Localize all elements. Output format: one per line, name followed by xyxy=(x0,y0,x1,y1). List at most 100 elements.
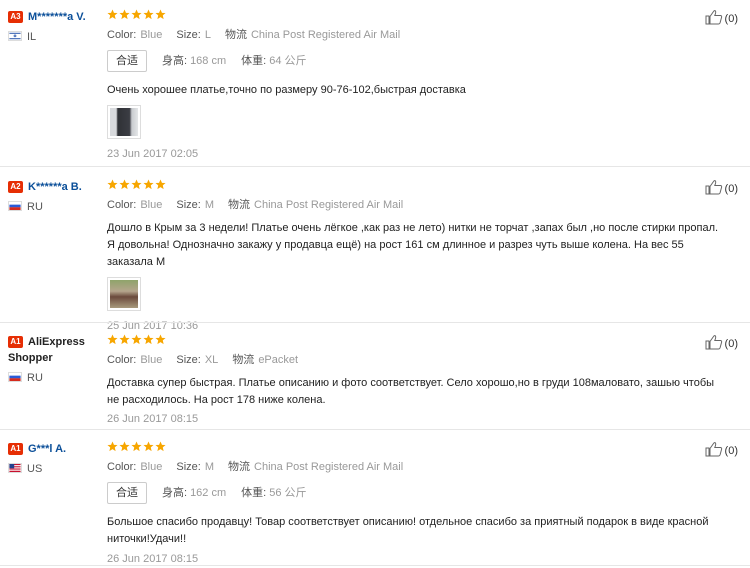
reviewer-info: A3 M*******a V. IL xyxy=(8,9,104,43)
size-value: M xyxy=(204,199,215,211)
star-icon xyxy=(119,9,130,20)
review-text: Дошло в Крым за 3 недели! Платье очень л… xyxy=(107,222,719,268)
review-body: Color: Blue Size: XL 物流 ePacket Доставка супе… xyxy=(107,334,722,426)
review-text: Доставка супер быстрая. Платье описанию … xyxy=(107,377,715,406)
russia-flag-icon xyxy=(8,201,22,211)
review-divider xyxy=(0,565,750,566)
reviewer-name[interactable]: A1 G***l A. xyxy=(8,441,104,457)
helpful-count: (0) xyxy=(724,13,738,25)
star-rating xyxy=(107,179,722,192)
color-label: Color: xyxy=(107,199,137,211)
star-icon xyxy=(155,334,166,345)
color-label: Color: xyxy=(107,354,137,366)
height-value: 162 cm xyxy=(190,487,227,499)
color-label: Color: xyxy=(107,461,137,473)
shipping-label: 物流 xyxy=(224,29,247,41)
star-icon xyxy=(107,441,118,452)
star-rating xyxy=(107,334,722,347)
country-code: RU xyxy=(27,372,43,384)
helpful-button[interactable]: (0) xyxy=(705,9,738,25)
order-attributes: Color: Blue Size: M 物流 China Post Registered … xyxy=(107,199,722,212)
fit-info: 合适 身高: 162 cm 体重: 56 公斤 xyxy=(107,482,722,505)
review-text: Очень хорошее платье,точно по размеру 90… xyxy=(107,84,466,96)
thumbs-up-icon[interactable] xyxy=(705,9,723,25)
reviewer-name[interactable]: A2 K******a B. xyxy=(8,179,104,195)
review-body: Color: Blue Size: M 物流 China Post Registered … xyxy=(107,179,722,333)
review-divider xyxy=(0,429,750,430)
reviewer-name-text[interactable]: K******a B. xyxy=(28,181,82,193)
shipping-value: ePacket xyxy=(258,354,299,366)
level-badge: A1 xyxy=(8,336,23,348)
weight-label: 体重: xyxy=(241,487,267,499)
israel-flag-icon xyxy=(8,31,22,41)
review-photo-thumbnail[interactable] xyxy=(107,105,141,139)
reviewer-info: A2 K******a B. RU xyxy=(8,179,104,213)
helpful-button[interactable]: (0) xyxy=(705,441,738,457)
size-value: M xyxy=(204,461,215,473)
shipping-value: China Post Registered Air Mail xyxy=(254,461,404,473)
size-value: XL xyxy=(204,354,219,366)
star-icon xyxy=(107,179,118,190)
shipping-value: China Post Registered Air Mail xyxy=(254,199,404,211)
size-label: Size: xyxy=(176,29,201,41)
star-icon xyxy=(155,179,166,190)
review-photo-thumbnail[interactable] xyxy=(107,277,141,311)
thumbs-up-icon[interactable] xyxy=(705,179,723,195)
review-body: Color: Blue Size: M 物流 China Post Registered … xyxy=(107,441,722,566)
review-divider xyxy=(0,166,750,167)
russia-flag-icon xyxy=(8,372,22,382)
star-icon xyxy=(131,334,142,345)
star-icon xyxy=(119,179,130,190)
country-code: US xyxy=(27,463,43,475)
size-value: L xyxy=(204,29,211,41)
star-rating xyxy=(107,9,722,22)
star-icon xyxy=(143,441,154,452)
reviewer-name-text[interactable]: G***l A. xyxy=(28,443,66,455)
helpful-button[interactable]: (0) xyxy=(705,334,738,350)
star-icon xyxy=(131,9,142,20)
reviewer-info: A1 G***l A. US xyxy=(8,441,104,475)
reviewer-info: A1 AliExpress Shopper RU xyxy=(8,334,104,384)
order-attributes: Color: Blue Size: L 物流 China Post Registered … xyxy=(107,29,722,42)
star-icon xyxy=(155,9,166,20)
star-icon xyxy=(107,9,118,20)
size-label: Size: xyxy=(176,354,201,366)
review-divider xyxy=(0,322,750,323)
country-code: RU xyxy=(27,201,43,213)
height-label: 身高: xyxy=(162,487,188,499)
thumbs-up-icon[interactable] xyxy=(705,334,723,350)
review-date: 23 Jun 2017 02:05 xyxy=(107,148,199,160)
order-attributes: Color: Blue Size: XL 物流 ePacket xyxy=(107,354,722,367)
star-icon xyxy=(107,334,118,345)
helpful-button[interactable]: (0) xyxy=(705,179,738,195)
fit-tag: 合适 xyxy=(107,50,147,72)
helpful-count: (0) xyxy=(724,183,738,195)
color-value: Blue xyxy=(140,29,163,41)
review-date: 26 Jun 2017 08:15 xyxy=(107,413,199,425)
reviewer-country: RU xyxy=(8,372,104,384)
star-icon xyxy=(143,179,154,190)
star-icon xyxy=(143,9,154,20)
star-icon xyxy=(131,441,142,452)
star-icon xyxy=(155,441,166,452)
photo-preview xyxy=(110,280,138,308)
color-value: Blue xyxy=(140,354,163,366)
photo-preview xyxy=(110,108,138,136)
star-rating xyxy=(107,441,722,454)
level-badge: A1 xyxy=(8,443,23,455)
star-icon xyxy=(119,441,130,452)
reviewer-name[interactable]: A3 M*******a V. xyxy=(8,9,104,25)
weight-value: 64 公斤 xyxy=(269,55,307,67)
thumbs-up-icon[interactable] xyxy=(705,441,723,457)
star-icon xyxy=(131,179,142,190)
fit-tag: 合适 xyxy=(107,482,147,504)
reviewer-name[interactable]: A1 AliExpress Shopper xyxy=(8,334,104,366)
star-icon xyxy=(143,334,154,345)
reviewer-name-text[interactable]: M*******a V. xyxy=(28,11,86,23)
usa-flag-icon xyxy=(8,463,22,473)
reviewer-country: US xyxy=(8,463,104,475)
shipping-value: China Post Registered Air Mail xyxy=(250,29,401,41)
helpful-count: (0) xyxy=(724,445,738,457)
weight-label: 体重: xyxy=(241,55,267,67)
country-code: IL xyxy=(27,31,37,43)
